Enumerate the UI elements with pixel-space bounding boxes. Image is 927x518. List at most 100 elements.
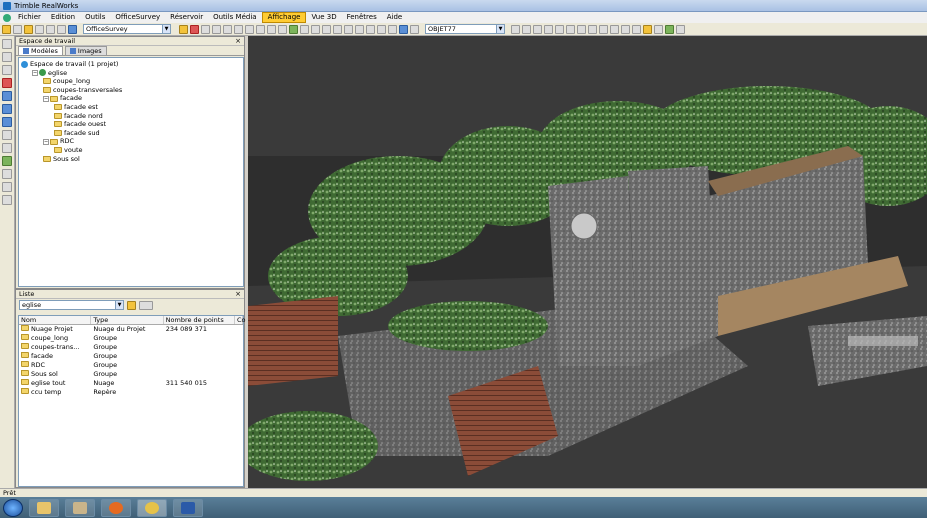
tree-item[interactable]: facade est [21, 103, 241, 112]
tool-icon[interactable] [533, 24, 542, 34]
tree-item[interactable]: facade sud [21, 129, 241, 138]
table-row[interactable]: RDC Groupe [19, 361, 243, 370]
table-row[interactable]: ccu temp Repère [19, 388, 243, 397]
collapse-icon[interactable]: − [43, 138, 49, 145]
image-icon[interactable] [2, 91, 12, 101]
cube-icon[interactable] [2, 156, 12, 166]
menu-edition[interactable]: Edition [46, 12, 80, 23]
tool-icon[interactable] [322, 24, 331, 34]
mode-combo[interactable]: OfficeSurvey ▼ [83, 24, 171, 34]
col-header[interactable]: Nom [19, 316, 92, 324]
tool-icon[interactable] [566, 24, 575, 34]
tool-icon[interactable] [544, 24, 553, 34]
table-row[interactable]: coupes-trans... Groupe [19, 343, 243, 352]
tool-icon[interactable] [599, 24, 608, 34]
copy-icon[interactable] [46, 24, 55, 34]
tool-icon[interactable] [377, 24, 386, 34]
tool-icon[interactable] [2, 195, 12, 205]
tool-icon[interactable] [632, 24, 641, 34]
menu-outils[interactable]: Outils [80, 12, 110, 23]
cut-icon[interactable] [35, 24, 44, 34]
folder-icon[interactable] [24, 24, 33, 34]
tool-icon[interactable] [300, 24, 309, 34]
tool-icon[interactable] [665, 24, 674, 34]
tool-icon[interactable] [256, 24, 265, 34]
tool-icon[interactable] [366, 24, 375, 34]
collapse-icon[interactable]: − [32, 69, 38, 76]
menu-aide[interactable]: Aide [382, 12, 407, 23]
delete-icon[interactable] [2, 78, 12, 88]
3d-viewport[interactable] [248, 36, 927, 488]
menu-fenetres[interactable]: Fenêtres [342, 12, 382, 23]
zoom-icon[interactable] [2, 117, 12, 127]
object-combo[interactable]: OBJET77 ▼ [425, 24, 505, 34]
folder-up-icon[interactable] [127, 300, 136, 310]
tool-icon[interactable] [676, 24, 685, 34]
tool-icon[interactable] [621, 24, 630, 34]
tool-icon[interactable] [2, 182, 12, 192]
tool-icon[interactable] [333, 24, 342, 34]
col-header[interactable]: Co [235, 316, 246, 324]
tool-icon[interactable] [201, 24, 210, 34]
tree-item[interactable]: facade nord [21, 112, 241, 121]
table-row[interactable]: coupe_long Groupe [19, 334, 243, 343]
tool-icon[interactable] [577, 24, 586, 34]
tree-item[interactable]: Espace de travail (1 projet) [21, 60, 241, 69]
menu-outils-media[interactable]: Outils Média [208, 12, 261, 23]
tree-item[interactable]: − eglise [21, 69, 241, 78]
table-row[interactable]: Nuage Projet Nuage du Projet 234 089 371 [19, 325, 243, 334]
tool-icon[interactable] [344, 24, 353, 34]
tree-item[interactable]: − facade [21, 94, 241, 103]
tool-icon[interactable] [388, 24, 397, 34]
tool-icon[interactable] [511, 24, 520, 34]
tool-icon[interactable] [643, 24, 652, 34]
menu-vue3d[interactable]: Vue 3D [306, 12, 341, 23]
tree-item[interactable]: Sous sol [21, 155, 241, 164]
close-icon[interactable]: × [235, 290, 241, 299]
taskbar-word[interactable] [173, 498, 203, 517]
taskbar-media[interactable] [65, 498, 95, 517]
tool-icon[interactable] [588, 24, 597, 34]
table-row[interactable]: Sous sol Groupe [19, 370, 243, 379]
tool-icon[interactable] [212, 24, 221, 34]
zoom-icon[interactable] [2, 104, 12, 114]
zoom-out-icon[interactable] [2, 143, 12, 153]
view-options-icon[interactable] [139, 300, 153, 310]
tool-icon[interactable] [234, 24, 243, 34]
tab-images[interactable]: Images [64, 46, 107, 55]
taskbar-realworks[interactable] [137, 498, 167, 517]
tool-icon[interactable] [278, 24, 287, 34]
col-header[interactable]: Nombre de points [164, 316, 235, 324]
workspace-tree[interactable]: Espace de travail (1 projet) − eglise coupe… [18, 57, 244, 287]
collapse-icon[interactable]: − [43, 95, 49, 102]
tool-icon[interactable] [2, 65, 12, 75]
tool-icon[interactable] [555, 24, 564, 34]
menu-officesurvey[interactable]: OfficeSurvey [110, 12, 165, 23]
tab-modeles[interactable]: Modèles [18, 46, 63, 55]
menu-reservoir[interactable]: Réservoir [165, 12, 208, 23]
tool-icon[interactable] [522, 24, 531, 34]
tool-icon[interactable] [289, 24, 298, 34]
export-icon[interactable] [179, 24, 188, 34]
tree-item[interactable]: − RDC [21, 137, 241, 146]
tool-icon[interactable] [610, 24, 619, 34]
tool-icon[interactable] [399, 24, 408, 34]
zoom-in-icon[interactable] [2, 130, 12, 140]
tool-icon[interactable] [2, 52, 12, 62]
tree-item[interactable]: voute [21, 146, 241, 155]
paste-icon[interactable] [57, 24, 66, 34]
table-row[interactable]: eglise tout Nuage 311 540 015 [19, 379, 243, 388]
table-row[interactable]: facade Groupe [19, 352, 243, 361]
undo-icon[interactable] [68, 24, 77, 34]
menu-affichage[interactable]: Affichage [261, 12, 307, 23]
tool-icon[interactable] [355, 24, 364, 34]
save-icon[interactable] [13, 24, 22, 34]
tool-icon[interactable] [267, 24, 276, 34]
tool-icon[interactable] [311, 24, 320, 34]
col-header[interactable]: Type [91, 316, 164, 324]
tree-item[interactable]: coupe_long [21, 77, 241, 86]
tool-icon[interactable] [245, 24, 254, 34]
tool-icon[interactable] [654, 24, 663, 34]
close-icon[interactable]: × [235, 37, 241, 46]
start-button[interactable] [3, 498, 23, 517]
